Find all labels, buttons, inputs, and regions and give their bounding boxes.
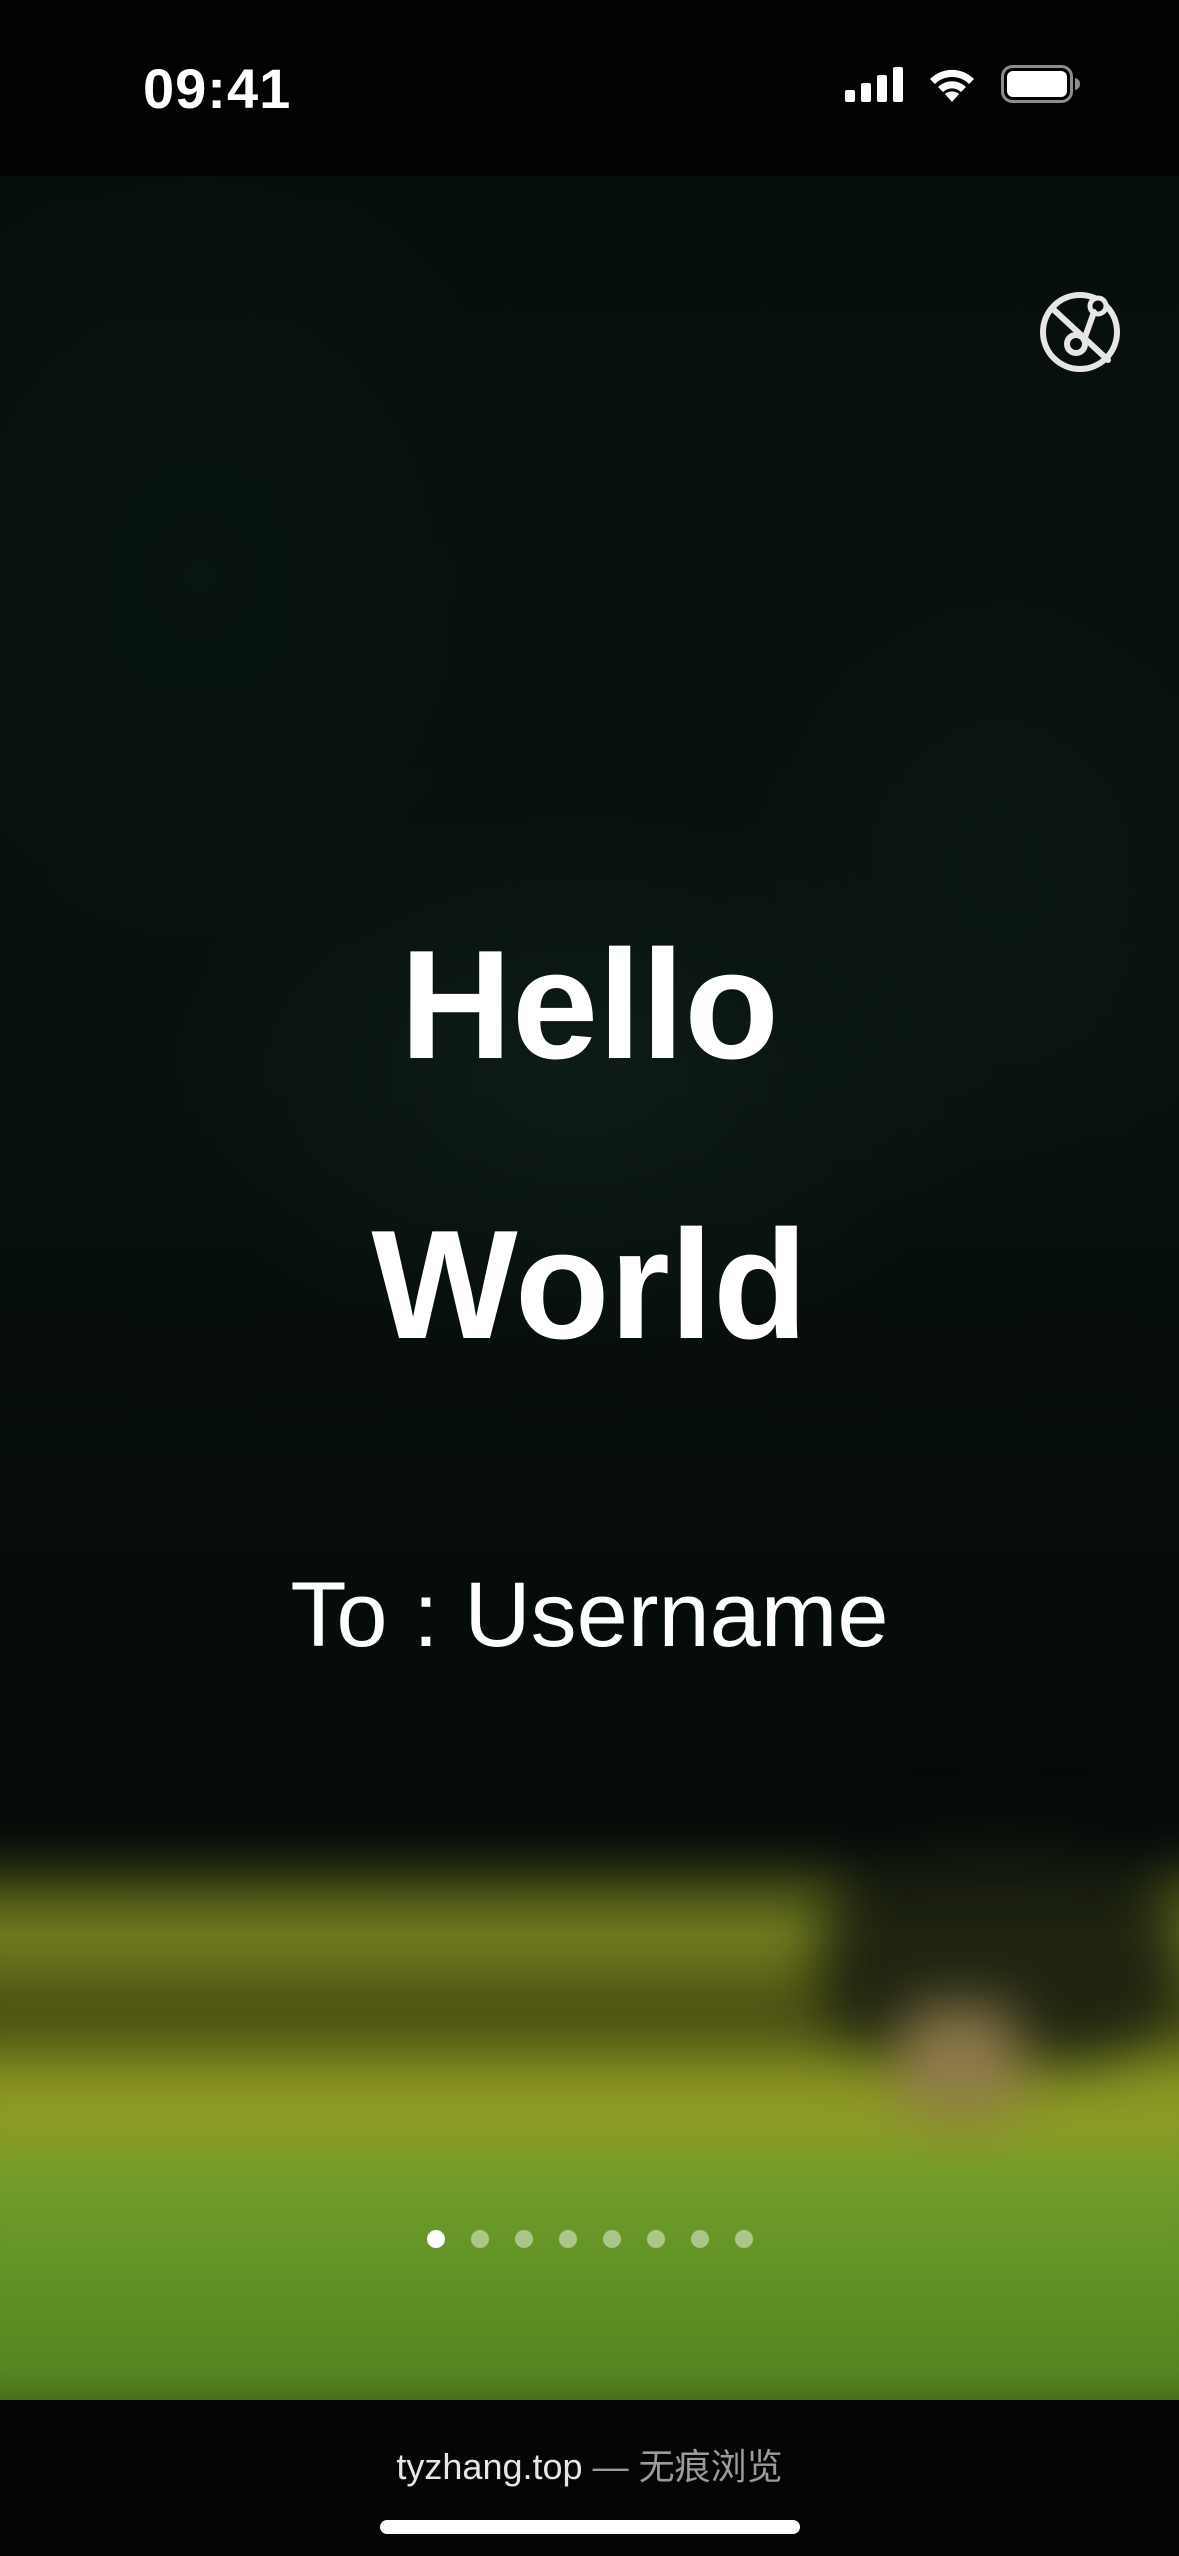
page-dot[interactable] (558, 2230, 577, 2248)
address-separator: — (592, 2446, 629, 2487)
page-dot[interactable] (646, 2230, 665, 2248)
wifi-icon (930, 69, 974, 102)
page-indicator (0, 2230, 1179, 2248)
page-dot[interactable] (426, 2230, 445, 2248)
browser-bottom-bar: tyzhang.top — 无痕浏览 (0, 2400, 1179, 2556)
address-bar[interactable]: tyzhang.top — 无痕浏览 (0, 2438, 1179, 2490)
greeting-line-1: Hello (400, 918, 779, 1091)
cellular-signal-icon (845, 67, 903, 102)
recipient-label: To : Username (290, 1564, 889, 1666)
music-off-icon (1040, 292, 1120, 372)
greeting-line-2: World (371, 1198, 808, 1371)
music-toggle-button[interactable] (1036, 286, 1124, 374)
status-icons (845, 64, 1081, 104)
page-dot[interactable] (470, 2230, 489, 2248)
home-indicator[interactable] (380, 2520, 800, 2534)
phone-screen: 09:41 Hello World To: Username tyzhang.… (0, 0, 1179, 2556)
page-dot[interactable] (602, 2230, 621, 2248)
status-bar: 09:41 (0, 0, 1179, 176)
page-dot[interactable] (514, 2230, 533, 2248)
page-dot[interactable] (734, 2230, 753, 2248)
battery-icon (1001, 65, 1080, 103)
status-time: 09:41 (143, 57, 292, 120)
address-domain: tyzhang.top (396, 2446, 583, 2487)
page-dot[interactable] (690, 2230, 709, 2248)
private-mode-label: 无痕浏览 (638, 2446, 783, 2487)
